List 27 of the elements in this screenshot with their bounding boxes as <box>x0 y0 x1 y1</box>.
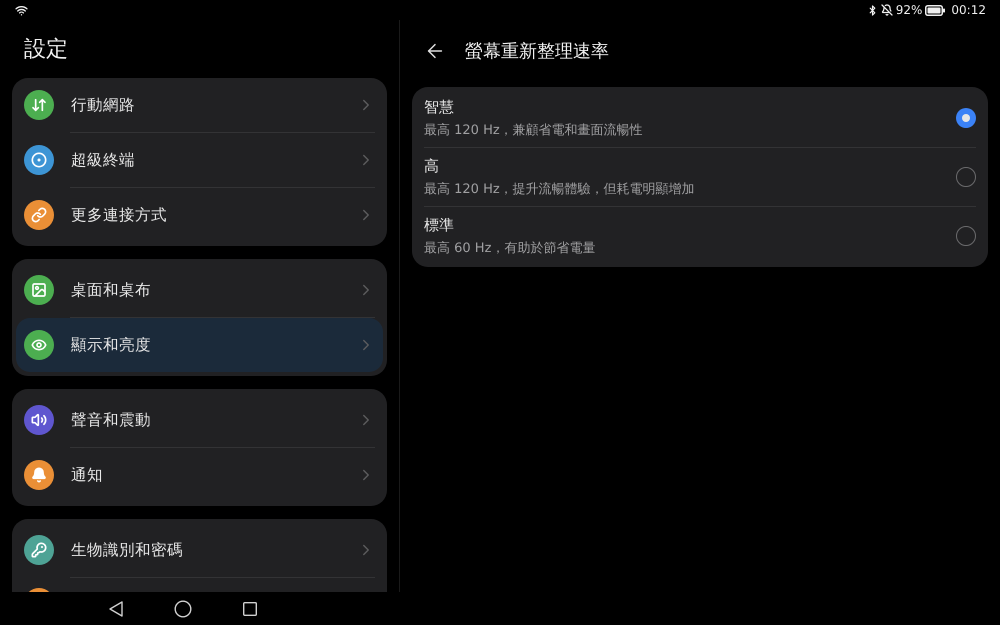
bell-off-icon <box>880 4 893 16</box>
settings-title: 設定 <box>24 36 68 64</box>
option-title: 智慧 <box>424 98 454 116</box>
option-description: 最高 120 Hz，兼顧省電和畫面流暢性 <box>424 122 643 138</box>
clock-time: 00:12 <box>951 3 986 17</box>
option-description: 最高 120 Hz，提升流暢體驗，但耗電明顯增加 <box>424 180 695 198</box>
option-title: 標準 <box>424 216 454 234</box>
radio-button[interactable] <box>956 226 976 246</box>
recent-apps-icon[interactable] <box>241 600 259 618</box>
settings-item[interactable]: 顯示和亮度 <box>16 318 383 372</box>
wifi-icon <box>15 4 28 16</box>
battery-icon <box>925 4 946 16</box>
home-icon[interactable] <box>174 600 192 618</box>
bluetooth-icon <box>866 4 878 16</box>
radio-button[interactable] <box>956 108 976 128</box>
settings-item[interactable]: 通知 <box>16 448 383 502</box>
settings-item[interactable]: 更多連接方式 <box>16 188 383 242</box>
settings-item[interactable]: 聲音和震動 <box>16 393 383 447</box>
option-description: 最高 60 Hz，有助於節省電量 <box>424 240 596 256</box>
radio-button[interactable] <box>956 167 976 187</box>
settings-item[interactable]: 超級終端 <box>16 133 383 187</box>
option-title: 高 <box>424 156 439 176</box>
back-icon[interactable] <box>107 600 125 618</box>
battery-percent: 92% <box>896 3 922 17</box>
settings-item[interactable]: 桌面和桌布 <box>16 263 383 317</box>
page-title: 螢幕重新整理速率 <box>465 40 609 63</box>
settings-item[interactable]: 行動網路 <box>16 78 383 132</box>
